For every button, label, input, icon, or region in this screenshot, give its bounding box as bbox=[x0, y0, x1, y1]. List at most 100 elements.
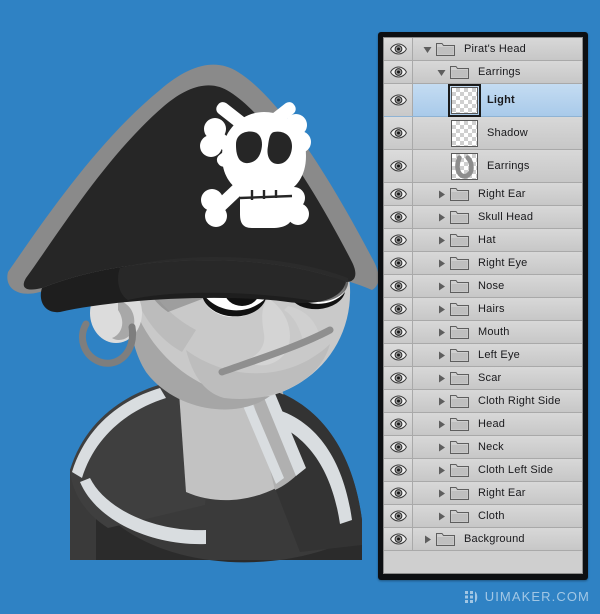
layer-row-content: Left Eye bbox=[413, 344, 582, 366]
layer-row-cloth-right-side[interactable]: Cloth Right Side bbox=[384, 390, 582, 413]
layer-name-label: Background bbox=[464, 533, 525, 545]
layer-row-mouth[interactable]: Mouth bbox=[384, 321, 582, 344]
layer-visibility-toggle[interactable] bbox=[384, 321, 413, 343]
layer-thumbnail[interactable] bbox=[451, 119, 478, 147]
layer-row-neck[interactable]: Neck bbox=[384, 436, 582, 459]
layer-name-label: Earrings bbox=[487, 160, 530, 172]
layer-row-content: Cloth bbox=[413, 505, 582, 527]
layer-row-skull-head[interactable]: Skull Head bbox=[384, 206, 582, 229]
layers-panel: Pirat's Head Earrings Light Shadow Earrings R… bbox=[378, 32, 588, 580]
layer-visibility-toggle[interactable] bbox=[384, 150, 413, 182]
layer-row-shadow[interactable]: Shadow bbox=[384, 117, 582, 150]
triangle-right-icon[interactable] bbox=[435, 395, 448, 408]
layer-visibility-toggle[interactable] bbox=[384, 367, 413, 389]
layer-name-label: Right Ear bbox=[478, 188, 526, 200]
layer-row-nose[interactable]: Nose bbox=[384, 275, 582, 298]
layer-row-right-ear[interactable]: Right Ear bbox=[384, 183, 582, 206]
layer-row-head[interactable]: Head bbox=[384, 413, 582, 436]
layer-row-earrings[interactable]: Earrings bbox=[384, 61, 582, 84]
layer-row-content: Mouth bbox=[413, 321, 582, 343]
layer-row-content: Head bbox=[413, 413, 582, 435]
layer-visibility-toggle[interactable] bbox=[384, 528, 413, 550]
layer-row-content: Nose bbox=[413, 275, 582, 297]
folder-icon bbox=[450, 463, 469, 478]
layer-visibility-toggle[interactable] bbox=[384, 482, 413, 504]
layer-row-right-ear[interactable]: Right Ear bbox=[384, 482, 582, 505]
layer-row-light[interactable]: Light bbox=[384, 83, 582, 117]
eye-icon bbox=[389, 234, 407, 246]
triangle-right-icon[interactable] bbox=[435, 464, 448, 477]
layer-row-earrings[interactable]: Earrings bbox=[384, 150, 582, 183]
layer-visibility-toggle[interactable] bbox=[384, 38, 413, 60]
layer-visibility-toggle[interactable] bbox=[384, 505, 413, 527]
layer-row-background[interactable]: Background bbox=[384, 528, 582, 551]
layer-row-hat[interactable]: Hat bbox=[384, 229, 582, 252]
layer-visibility-toggle[interactable] bbox=[384, 84, 413, 116]
layer-row-hairs[interactable]: Hairs bbox=[384, 298, 582, 321]
triangle-right-icon[interactable] bbox=[435, 211, 448, 224]
folder-icon bbox=[436, 42, 455, 57]
triangle-right-icon[interactable] bbox=[435, 418, 448, 431]
layer-row-cloth[interactable]: Cloth bbox=[384, 505, 582, 528]
folder-icon bbox=[450, 187, 469, 202]
layer-row-scar[interactable]: Scar bbox=[384, 367, 582, 390]
layer-visibility-toggle[interactable] bbox=[384, 183, 413, 205]
layer-row-content: Pirat's Head bbox=[413, 38, 582, 60]
eye-icon bbox=[389, 395, 407, 407]
triangle-right-icon[interactable] bbox=[435, 234, 448, 247]
triangle-right-icon[interactable] bbox=[435, 349, 448, 362]
triangle-right-icon[interactable] bbox=[435, 441, 448, 454]
layer-visibility-toggle[interactable] bbox=[384, 117, 413, 149]
layer-row-cloth-left-side[interactable]: Cloth Left Side bbox=[384, 459, 582, 482]
layer-visibility-toggle[interactable] bbox=[384, 252, 413, 274]
triangle-right-icon[interactable] bbox=[435, 280, 448, 293]
layer-name-label: Left Eye bbox=[478, 349, 520, 361]
layer-row-content: Right Eye bbox=[413, 252, 582, 274]
layer-name-label: Shadow bbox=[487, 127, 528, 139]
folder-icon bbox=[450, 417, 469, 432]
triangle-right-icon[interactable] bbox=[435, 326, 448, 339]
layer-thumbnail[interactable] bbox=[451, 152, 478, 180]
triangle-right-icon[interactable] bbox=[435, 188, 448, 201]
layer-row-right-eye[interactable]: Right Eye bbox=[384, 252, 582, 275]
layer-visibility-toggle[interactable] bbox=[384, 206, 413, 228]
triangle-right-icon[interactable] bbox=[435, 303, 448, 316]
triangle-down-icon[interactable] bbox=[435, 66, 448, 79]
layer-visibility-toggle[interactable] bbox=[384, 275, 413, 297]
folder-icon bbox=[450, 486, 469, 501]
layer-row-left-eye[interactable]: Left Eye bbox=[384, 344, 582, 367]
layer-row-content: Shadow bbox=[413, 117, 582, 149]
triangle-right-icon[interactable] bbox=[421, 533, 434, 546]
folder-icon bbox=[450, 440, 469, 455]
triangle-right-icon[interactable] bbox=[435, 372, 448, 385]
eye-icon bbox=[389, 464, 407, 476]
layer-visibility-toggle[interactable] bbox=[384, 413, 413, 435]
layer-visibility-toggle[interactable] bbox=[384, 61, 413, 83]
layer-visibility-toggle[interactable] bbox=[384, 344, 413, 366]
layer-visibility-toggle[interactable] bbox=[384, 390, 413, 412]
folder-icon bbox=[450, 348, 469, 363]
triangle-right-icon[interactable] bbox=[435, 257, 448, 270]
triangle-right-icon[interactable] bbox=[435, 510, 448, 523]
layer-name-label: Earrings bbox=[478, 66, 521, 78]
layer-visibility-toggle[interactable] bbox=[384, 298, 413, 320]
eye-icon bbox=[389, 94, 407, 106]
triangle-right-icon[interactable] bbox=[435, 487, 448, 500]
triangle-down-icon[interactable] bbox=[421, 43, 434, 56]
layer-visibility-toggle[interactable] bbox=[384, 459, 413, 481]
layer-row-pirat-s-head[interactable]: Pirat's Head bbox=[384, 38, 582, 61]
layer-name-label: Light bbox=[487, 94, 515, 106]
layers-list[interactable]: Pirat's Head Earrings Light Shadow Earrings R… bbox=[384, 38, 582, 573]
layer-thumbnail[interactable] bbox=[448, 83, 481, 117]
eye-icon bbox=[389, 127, 407, 139]
layer-visibility-toggle[interactable] bbox=[384, 229, 413, 251]
layer-visibility-toggle[interactable] bbox=[384, 436, 413, 458]
